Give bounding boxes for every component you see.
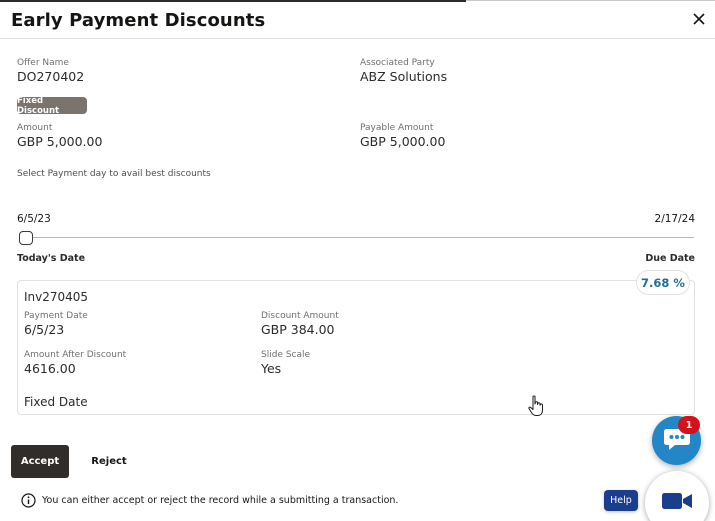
invoice-number: Inv270405 xyxy=(24,290,89,304)
fixed-discount-badge: Fixed Discount xyxy=(17,96,87,116)
payment-day-slider-handle[interactable] xyxy=(19,231,33,245)
reject-button[interactable]: Reject xyxy=(84,445,134,478)
fixed-date-label: Fixed Date xyxy=(24,395,88,409)
discount-amount-value: GBP 384.00 xyxy=(261,322,335,337)
amount-after-discount-label: Amount After Discount xyxy=(24,350,127,360)
discount-card xyxy=(17,280,695,415)
slider-start-date: 6/5/23 xyxy=(17,213,51,225)
chat-notification-badge: 1 xyxy=(678,416,700,434)
payment-day-slider-track[interactable] xyxy=(26,237,694,238)
slide-scale-value: Yes xyxy=(261,361,282,376)
video-camera-icon xyxy=(661,491,693,515)
due-date-label: Due Date xyxy=(645,253,695,264)
payable-amount-value: GBP 5,000.00 xyxy=(360,134,446,149)
info-message: You can either accept or reject the reco… xyxy=(42,495,399,506)
payment-day-hint: Select Payment day to avail best discoun… xyxy=(17,169,211,179)
todays-date-label: Today's Date xyxy=(17,253,86,264)
offer-name-label: Offer Name xyxy=(17,58,69,68)
top-border-light xyxy=(466,0,715,1)
top-border xyxy=(0,0,466,2)
close-icon[interactable] xyxy=(690,10,708,28)
payment-date-label: Payment Date xyxy=(24,311,88,321)
hand-pointer-icon xyxy=(528,395,545,417)
amount-after-discount-value: 4616.00 xyxy=(24,361,76,376)
header-divider xyxy=(0,38,715,39)
help-button[interactable]: Help xyxy=(604,490,638,511)
amount-value: GBP 5,000.00 xyxy=(17,134,103,149)
slider-end-date: 2/17/24 xyxy=(654,213,695,225)
discount-percent-badge: 7.68 % xyxy=(636,270,690,295)
payable-amount-label: Payable Amount xyxy=(360,123,434,133)
offer-name-value: DO270402 xyxy=(17,69,85,84)
amount-label: Amount xyxy=(17,123,53,133)
info-icon xyxy=(21,493,36,508)
associated-party-value: ABZ Solutions xyxy=(360,69,448,84)
accept-button[interactable]: Accept xyxy=(11,445,69,478)
dialog-title: Early Payment Discounts xyxy=(11,10,266,31)
video-call-button[interactable] xyxy=(645,471,709,521)
slide-scale-label: Slide Scale xyxy=(261,350,311,360)
associated-party-label: Associated Party xyxy=(360,58,435,68)
discount-amount-label: Discount Amount xyxy=(261,311,339,321)
payment-date-value: 6/5/23 xyxy=(24,322,65,337)
